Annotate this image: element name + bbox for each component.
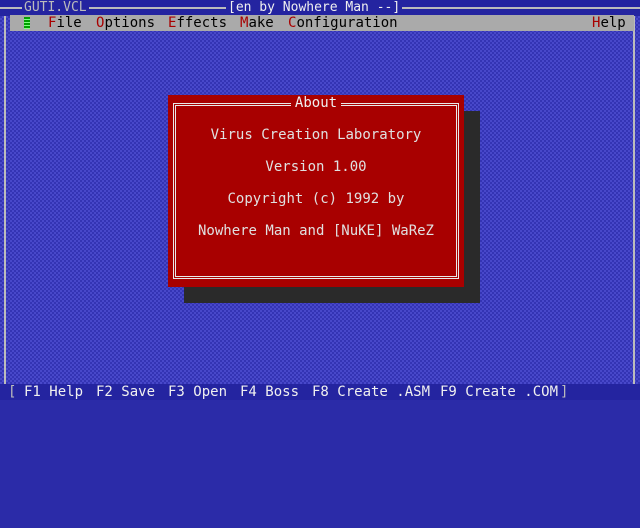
status-f3-open[interactable]: F3 Open xyxy=(168,384,227,400)
menu-help[interactable]: Help xyxy=(592,15,626,31)
status-close-bracket: ] xyxy=(560,384,569,400)
about-line-copyright: Copyright (c) 1992 by xyxy=(227,191,405,207)
menu-grip-icon xyxy=(24,17,30,29)
title-bar: GUTI.VCL [en by Nowhere Man --] xyxy=(0,0,640,16)
menu-configuration-label: onfiguration xyxy=(296,15,398,31)
menu-options[interactable]: Options xyxy=(96,15,155,31)
menu-make[interactable]: Make xyxy=(240,15,274,31)
dialog-title: About xyxy=(168,95,464,111)
about-line-version: Version 1.00 xyxy=(265,159,367,175)
menu-file[interactable]: File xyxy=(48,15,82,31)
window-title: [en by Nowhere Man --] xyxy=(226,0,403,16)
about-dialog: About Virus Creation Laboratory Version … xyxy=(168,95,464,287)
status-f4-boss[interactable]: F4 Boss xyxy=(240,384,299,400)
menu-bar: File Options Effects Make Configuration … xyxy=(10,15,634,31)
window-right-border xyxy=(633,16,635,384)
status-f9-create-com[interactable]: F9 Create .COM xyxy=(440,384,558,400)
status-open-bracket: [ xyxy=(8,384,17,400)
about-line-product: Virus Creation Laboratory xyxy=(210,127,422,143)
menu-make-label: ake xyxy=(248,15,274,31)
menu-effects[interactable]: Effects xyxy=(168,15,227,31)
status-f8-create-asm[interactable]: F8 Create .ASM xyxy=(312,384,430,400)
status-bar: [ F1 Help F2 Save F3 Open F4 Boss F8 Cre… xyxy=(0,384,640,400)
menu-configuration[interactable]: Configuration xyxy=(288,15,398,31)
file-name: GUTI.VCL xyxy=(22,0,89,16)
menu-effects-label: ffects xyxy=(176,15,228,31)
about-line-authors: Nowhere Man and [NuKE] WaReZ xyxy=(197,223,434,239)
status-f1-help[interactable]: F1 Help xyxy=(24,384,83,400)
menu-help-label: elp xyxy=(600,15,626,31)
menu-file-label: ile xyxy=(56,15,82,31)
menu-options-label: ptions xyxy=(104,15,156,31)
dialog-title-text: About xyxy=(290,95,342,111)
window-left-border xyxy=(4,16,6,384)
status-f2-save[interactable]: F2 Save xyxy=(96,384,155,400)
